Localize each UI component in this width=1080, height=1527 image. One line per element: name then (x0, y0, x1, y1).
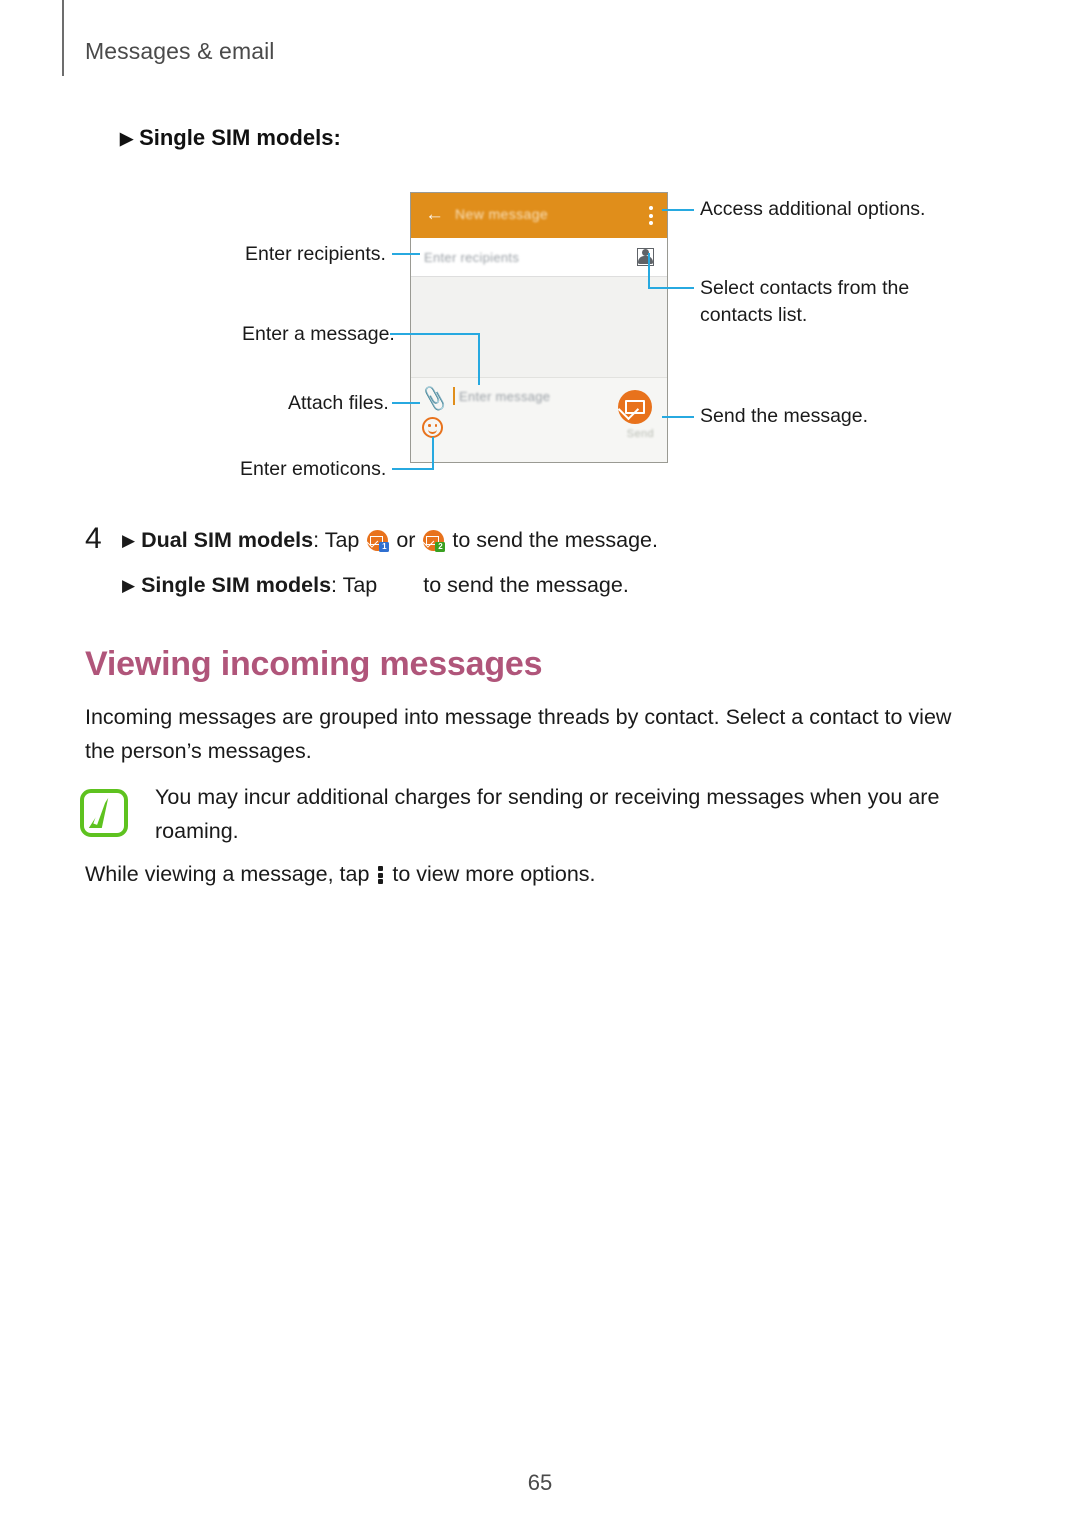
bullet-triangle-icon: ▶ (122, 576, 136, 595)
callout-enter-recipients: Enter recipients. (245, 243, 386, 265)
step-dual-sim-line: ▶ Dual SIM models: Tap 1 or 2 to send the… (122, 528, 658, 553)
sim1-badge: 1 (379, 542, 390, 552)
smiley-icon[interactable] (422, 417, 443, 438)
leader-select-contacts-v (648, 253, 650, 289)
sim2-badge: 2 (435, 542, 446, 552)
leader-send-the-message (662, 416, 694, 418)
page-number: 65 (527, 1470, 553, 1495)
single-sim-tap: Tap (337, 573, 384, 597)
callout-enter-emoticons: Enter emoticons. (240, 458, 387, 480)
contacts-picker-icon[interactable] (637, 248, 654, 266)
text-caret (453, 387, 455, 405)
send-sim1-icon: 1 (367, 530, 390, 552)
step-number: 4 (85, 522, 102, 555)
callout-attach-files: Attach files. (288, 392, 389, 414)
step-single-sim-line: ▶ Single SIM models: Tap to send the mess… (122, 573, 629, 598)
back-arrow-icon[interactable]: ← (425, 205, 444, 224)
overflow-menu-icon (378, 866, 384, 884)
leader-enter-emoticons-h (392, 468, 434, 470)
message-thread-area (411, 277, 667, 378)
recipients-field-row[interactable]: Enter recipients (411, 238, 667, 277)
paperclip-icon[interactable]: 📎 (420, 386, 449, 413)
callout-select-contacts-line1: Select contacts from the (700, 277, 910, 299)
header-rule (62, 0, 64, 76)
single-sim-tail: to send the message. (417, 573, 629, 597)
single-sim-subheading: ▶ Single SIM models: (120, 125, 341, 151)
dual-sim-tail: to send the message. (446, 528, 658, 552)
more-options-suffix: to view more options. (386, 862, 596, 886)
recipients-input[interactable]: Enter recipients (424, 250, 519, 265)
leader-enter-a-message-v (478, 333, 480, 385)
callout-send-the-message: Send the message. (700, 405, 869, 427)
new-message-figure: ← New message Enter recipients 📎 Enter m… (0, 175, 1080, 495)
single-sim-subheading-label: Single SIM models: (139, 125, 341, 150)
callout-select-contacts-line2: contacts list. (700, 304, 808, 326)
running-head: Messages & email (85, 38, 275, 64)
overflow-menu-icon[interactable] (649, 206, 653, 225)
app-bar: ← New message (411, 193, 667, 238)
section-intro-paragraph: Incoming messages are grouped into messa… (85, 705, 952, 763)
send-message-icon[interactable] (618, 390, 652, 424)
dual-sim-or: or (390, 528, 422, 552)
leader-enter-emoticons-v (432, 437, 434, 470)
app-bar-title: New message (455, 206, 549, 222)
phone-screen-mockup: ← New message Enter recipients 📎 Enter m… (410, 192, 668, 463)
bullet-triangle-icon: ▶ (120, 129, 134, 148)
bullet-triangle-icon: ▶ (122, 531, 136, 550)
note-text: You may incur additional charges for sen… (155, 785, 940, 843)
leader-enter-recipients (392, 253, 420, 255)
callout-enter-a-message: Enter a message. (242, 323, 395, 345)
send-button-label: Send (626, 428, 654, 440)
dual-sim-tap: Tap (319, 528, 366, 552)
note-pencil-icon (80, 789, 128, 837)
leader-access-options (662, 209, 694, 211)
section-heading: Viewing incoming messages (85, 645, 543, 683)
message-input[interactable]: Enter message (459, 389, 550, 404)
send-sim2-icon: 2 (423, 530, 446, 552)
single-sim-label: Single SIM models (141, 573, 332, 597)
compose-bar: 📎 Enter message Send (411, 378, 667, 462)
dual-sim-label: Dual SIM models (141, 528, 314, 552)
callout-access-additional-options: Access additional options. (700, 198, 926, 220)
more-options-prefix: While viewing a message, tap (85, 862, 376, 886)
leader-attach-files (392, 402, 420, 404)
more-options-line: While viewing a message, tap to view mor… (85, 862, 596, 887)
leader-select-contacts-h (648, 287, 694, 289)
leader-enter-a-message-h (390, 333, 480, 335)
